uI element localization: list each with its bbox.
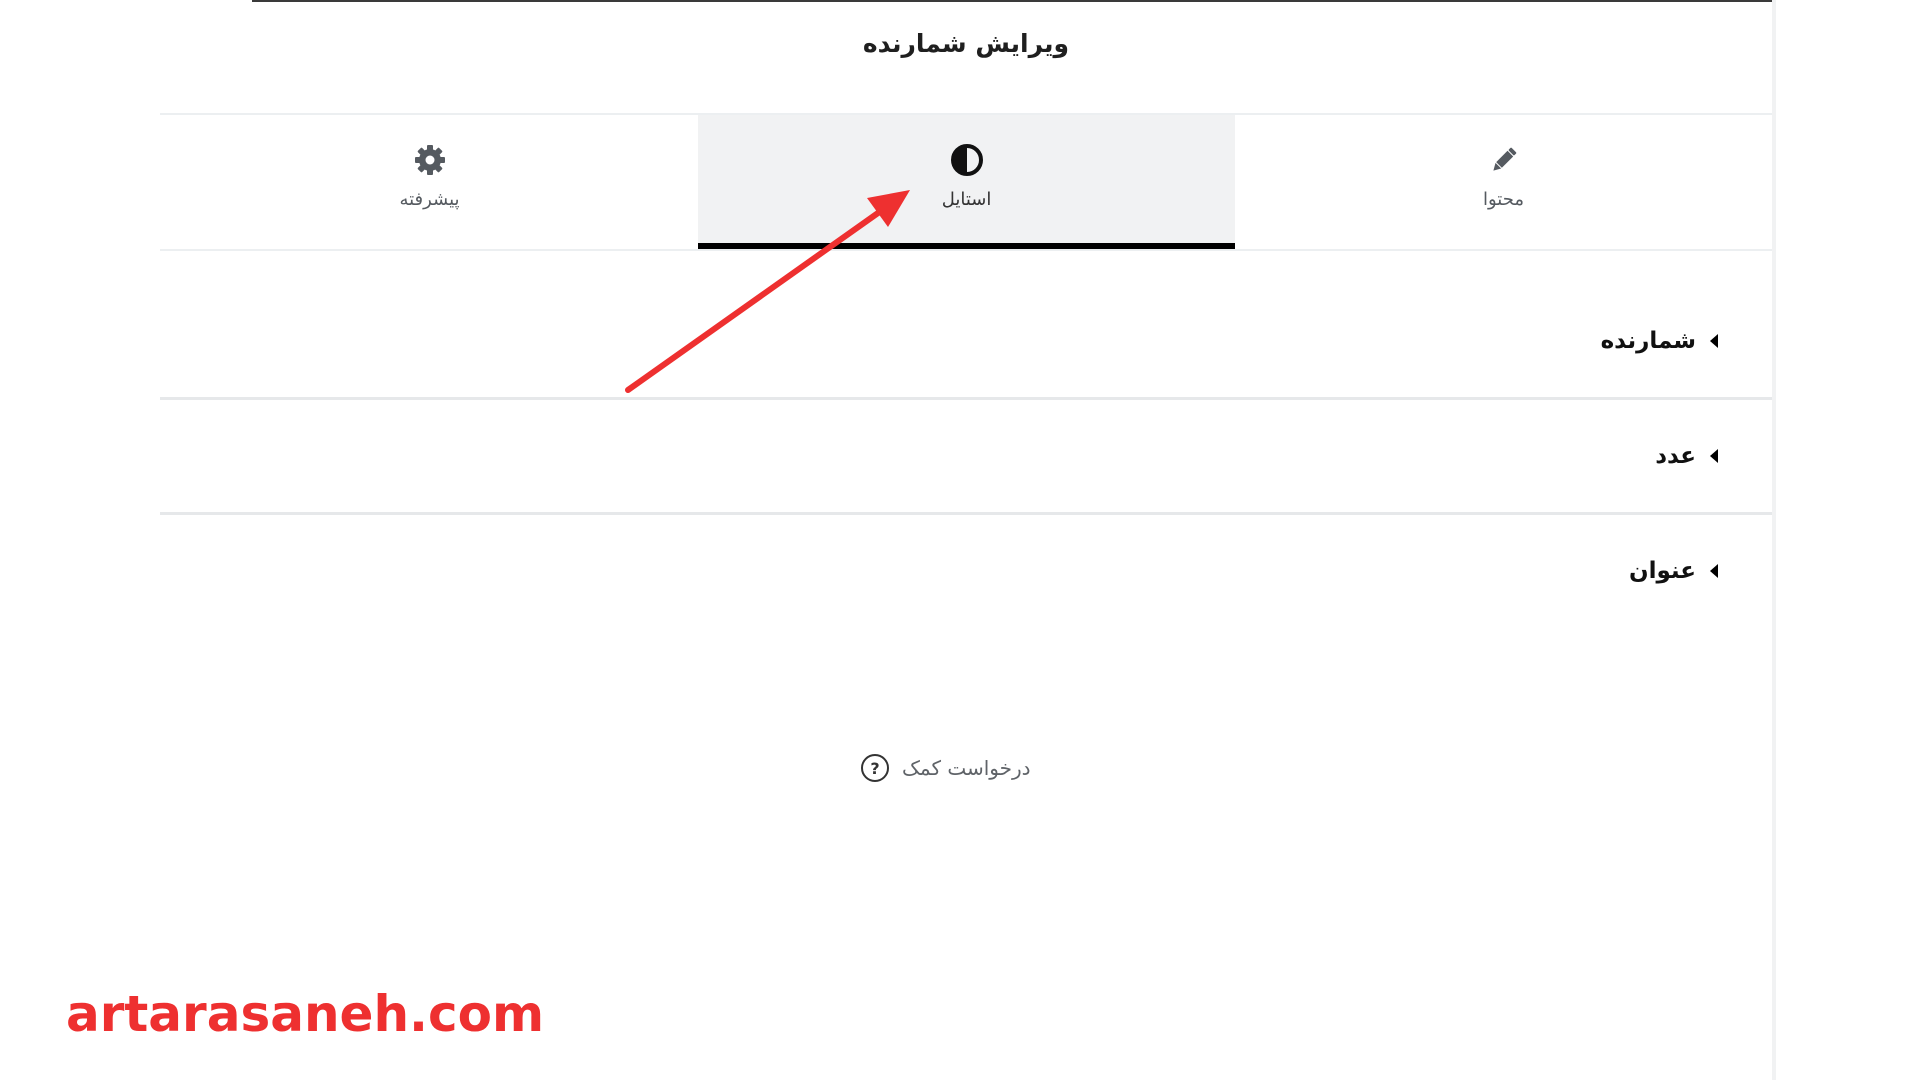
half-circle-contrast-icon <box>950 143 984 177</box>
panel-header: ویرایش شمارنده <box>160 0 1772 115</box>
section-title-label: عنوان <box>1628 558 1696 584</box>
section-counter[interactable]: شمارنده <box>160 285 1772 400</box>
tab-style[interactable]: استایل <box>698 115 1235 249</box>
section-number[interactable]: عدد <box>160 400 1772 515</box>
help-request-link[interactable]: درخواست کمک ? <box>860 753 1031 783</box>
section-counter-label: شمارنده <box>1600 328 1696 354</box>
tab-style-label: استایل <box>941 189 992 210</box>
screenshot-stage: ویرایش شمارنده محتوا استایل پیشرفته شمار… <box>0 0 1920 1080</box>
watermark-text: artarasaneh.com <box>66 985 545 1043</box>
caret-left-icon <box>1710 334 1718 348</box>
tab-advanced[interactable]: پیشرفته <box>161 115 698 249</box>
tab-content-label: محتوا <box>1483 189 1524 210</box>
help-request-label: درخواست کمک <box>902 756 1031 780</box>
svg-text:?: ? <box>870 759 879 778</box>
tab-content[interactable]: محتوا <box>1235 115 1772 249</box>
editor-tabs: محتوا استایل پیشرفته <box>160 115 1772 251</box>
caret-left-icon <box>1710 449 1718 463</box>
question-circle-icon: ? <box>860 753 890 783</box>
pencil-icon <box>1487 143 1521 177</box>
panel-title: ویرایش شمارنده <box>862 29 1070 58</box>
tab-advanced-label: پیشرفته <box>399 189 460 210</box>
section-number-label: عدد <box>1655 443 1696 469</box>
caret-left-icon <box>1710 564 1718 578</box>
gear-icon <box>413 143 447 177</box>
panel-right-edge <box>1772 0 1776 1080</box>
editor-panel: ویرایش شمارنده محتوا استایل پیشرفته شمار… <box>160 0 1772 1080</box>
section-title[interactable]: عنوان <box>160 515 1772 627</box>
